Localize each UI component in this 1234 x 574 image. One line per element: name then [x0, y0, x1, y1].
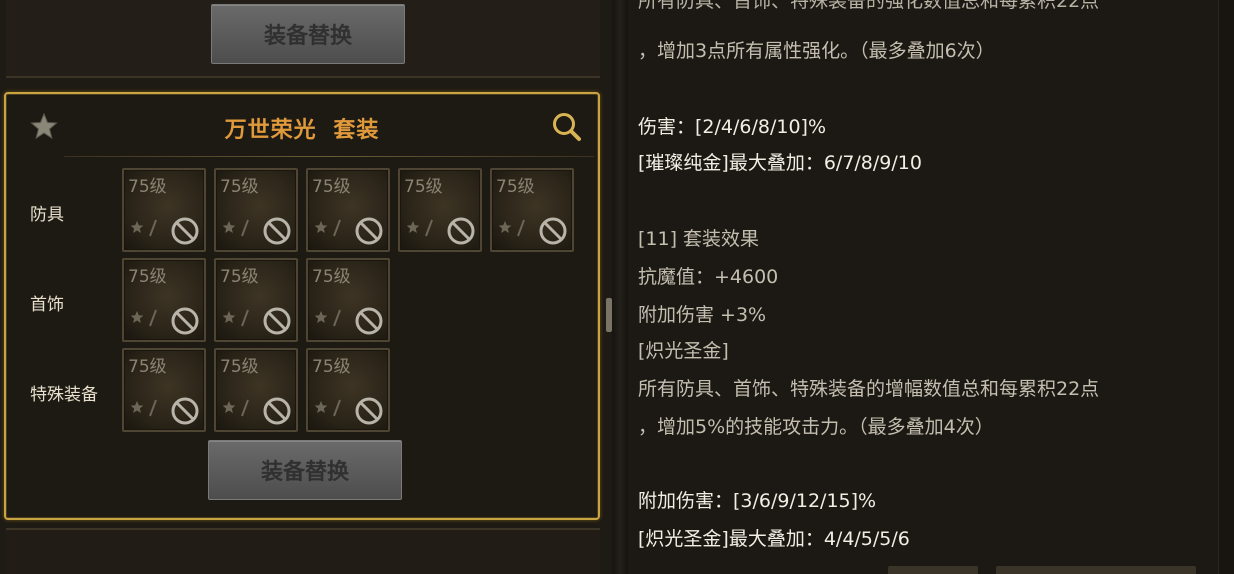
no-entry-icon [447, 217, 475, 245]
slash-icon [149, 219, 157, 237]
armor-slot[interactable]: 75级 [214, 168, 298, 252]
no-entry-icon [539, 217, 567, 245]
slash-icon [333, 309, 341, 327]
equipment-set-screen: 装备替换 万世荣光 套装 防具 首饰 特殊装备 75级 75级 75级 75级 … [0, 0, 1234, 574]
description-line: [11] 套装效果 [638, 228, 760, 250]
slash-icon [425, 219, 433, 237]
small-star-icon [314, 221, 328, 233]
set-suffix: 套装 [333, 118, 380, 143]
small-star-icon [314, 311, 328, 323]
special-equipment-slot[interactable]: 75级 [214, 348, 298, 432]
armor-slot[interactable]: 75级 [398, 168, 482, 252]
small-star-icon [222, 311, 236, 323]
previous-set-panel: 装备替换 [6, 0, 600, 78]
armor-slot[interactable]: 75级 [306, 168, 390, 252]
set-title: 万世荣光 套装 [6, 112, 598, 144]
accessory-slot[interactable]: 75级 [214, 258, 298, 342]
set-description-panel: 所有防具、首饰、特殊装备的强化数值总和每累积22点 ，增加3点所有属性强化。（最… [628, 0, 1218, 574]
no-entry-icon [355, 217, 383, 245]
special-equipment-slot[interactable]: 75级 [122, 348, 206, 432]
slash-icon [149, 309, 157, 327]
small-star-icon [130, 311, 144, 323]
slot-level: 75级 [312, 267, 351, 287]
slot-level: 75级 [128, 357, 167, 377]
swap-equipment-button[interactable]: 装备替换 [208, 440, 402, 500]
accessory-slot[interactable]: 75级 [122, 258, 206, 342]
small-star-icon [222, 401, 236, 413]
slash-icon [241, 309, 249, 327]
panel-divider [612, 0, 628, 574]
next-set-panel [6, 528, 600, 574]
small-star-icon [222, 221, 236, 233]
description-line: ，增加3点所有属性强化。（最多叠加6次） [638, 40, 995, 62]
accessory-slot[interactable]: 75级 [306, 258, 390, 342]
description-line: 所有防具、首饰、特殊装备的增幅数值总和每累积22点 [638, 378, 1100, 400]
slot-level: 75级 [312, 177, 351, 197]
slot-level: 75级 [220, 357, 259, 377]
slash-icon [333, 219, 341, 237]
armor-slot[interactable]: 75级 [122, 168, 206, 252]
row-label-accessory: 首饰 [30, 295, 64, 315]
no-entry-icon [263, 397, 291, 425]
armor-slot[interactable]: 75级 [490, 168, 574, 252]
set-list-column: 装备替换 万世荣光 套装 防具 首饰 特殊装备 75级 75级 75级 75级 … [0, 0, 612, 574]
set-header: 万世荣光 套装 [6, 94, 598, 156]
description-line: 附加伤害 +3% [638, 304, 767, 326]
small-star-icon [130, 401, 144, 413]
no-entry-icon [355, 397, 383, 425]
swap-equipment-button-top[interactable]: 装备替换 [211, 4, 405, 64]
small-star-icon [130, 221, 144, 233]
description-line-cut: 所有防具、首饰、特殊装备的强化数值总和每累积22点 [638, 0, 1100, 12]
set-panel: 万世荣光 套装 防具 首饰 特殊装备 75级 75级 75级 75级 75级 7… [4, 92, 600, 520]
slash-icon [241, 399, 249, 417]
slot-level: 75级 [312, 357, 351, 377]
small-star-icon [314, 401, 328, 413]
search-icon[interactable] [550, 110, 584, 144]
row-label-special: 特殊装备 [30, 385, 98, 405]
slash-icon [517, 219, 525, 237]
bottom-tab[interactable] [888, 566, 978, 574]
bottom-tab[interactable] [996, 566, 1196, 574]
no-entry-icon [355, 307, 383, 335]
slot-level: 75级 [220, 177, 259, 197]
description-line: [炽光圣金]最大叠加：4/4/5/5/6 [638, 528, 910, 550]
small-star-icon [406, 221, 420, 233]
slot-level: 75级 [496, 177, 535, 197]
description-line: 伤害：[2/4/6/8/10]% [638, 116, 827, 138]
description-line: 抗魔值：+4600 [638, 266, 779, 288]
slash-icon [149, 399, 157, 417]
header-divider [64, 156, 594, 157]
no-entry-icon [171, 307, 199, 335]
no-entry-icon [263, 307, 291, 335]
small-star-icon [498, 221, 512, 233]
slash-icon [241, 219, 249, 237]
slot-level: 75级 [128, 177, 167, 197]
description-line: [炽光圣金] [638, 340, 729, 362]
no-entry-icon [171, 397, 199, 425]
no-entry-icon [171, 217, 199, 245]
special-equipment-slot[interactable]: 75级 [306, 348, 390, 432]
slash-icon [333, 399, 341, 417]
slot-level: 75级 [404, 177, 443, 197]
description-scrollbar[interactable] [1218, 0, 1234, 574]
slot-level: 75级 [128, 267, 167, 287]
description-line: [璀璨纯金]最大叠加：6/7/8/9/10 [638, 152, 922, 174]
slot-level: 75级 [220, 267, 259, 287]
no-entry-icon [263, 217, 291, 245]
set-name: 万世荣光 [224, 118, 317, 143]
description-line: 附加伤害：[3/6/9/12/15]% [638, 490, 877, 512]
description-line: ，增加5%的技能攻击力。（最多叠加4次） [638, 416, 994, 438]
resize-handle[interactable] [606, 298, 612, 332]
row-label-armor: 防具 [30, 205, 64, 225]
